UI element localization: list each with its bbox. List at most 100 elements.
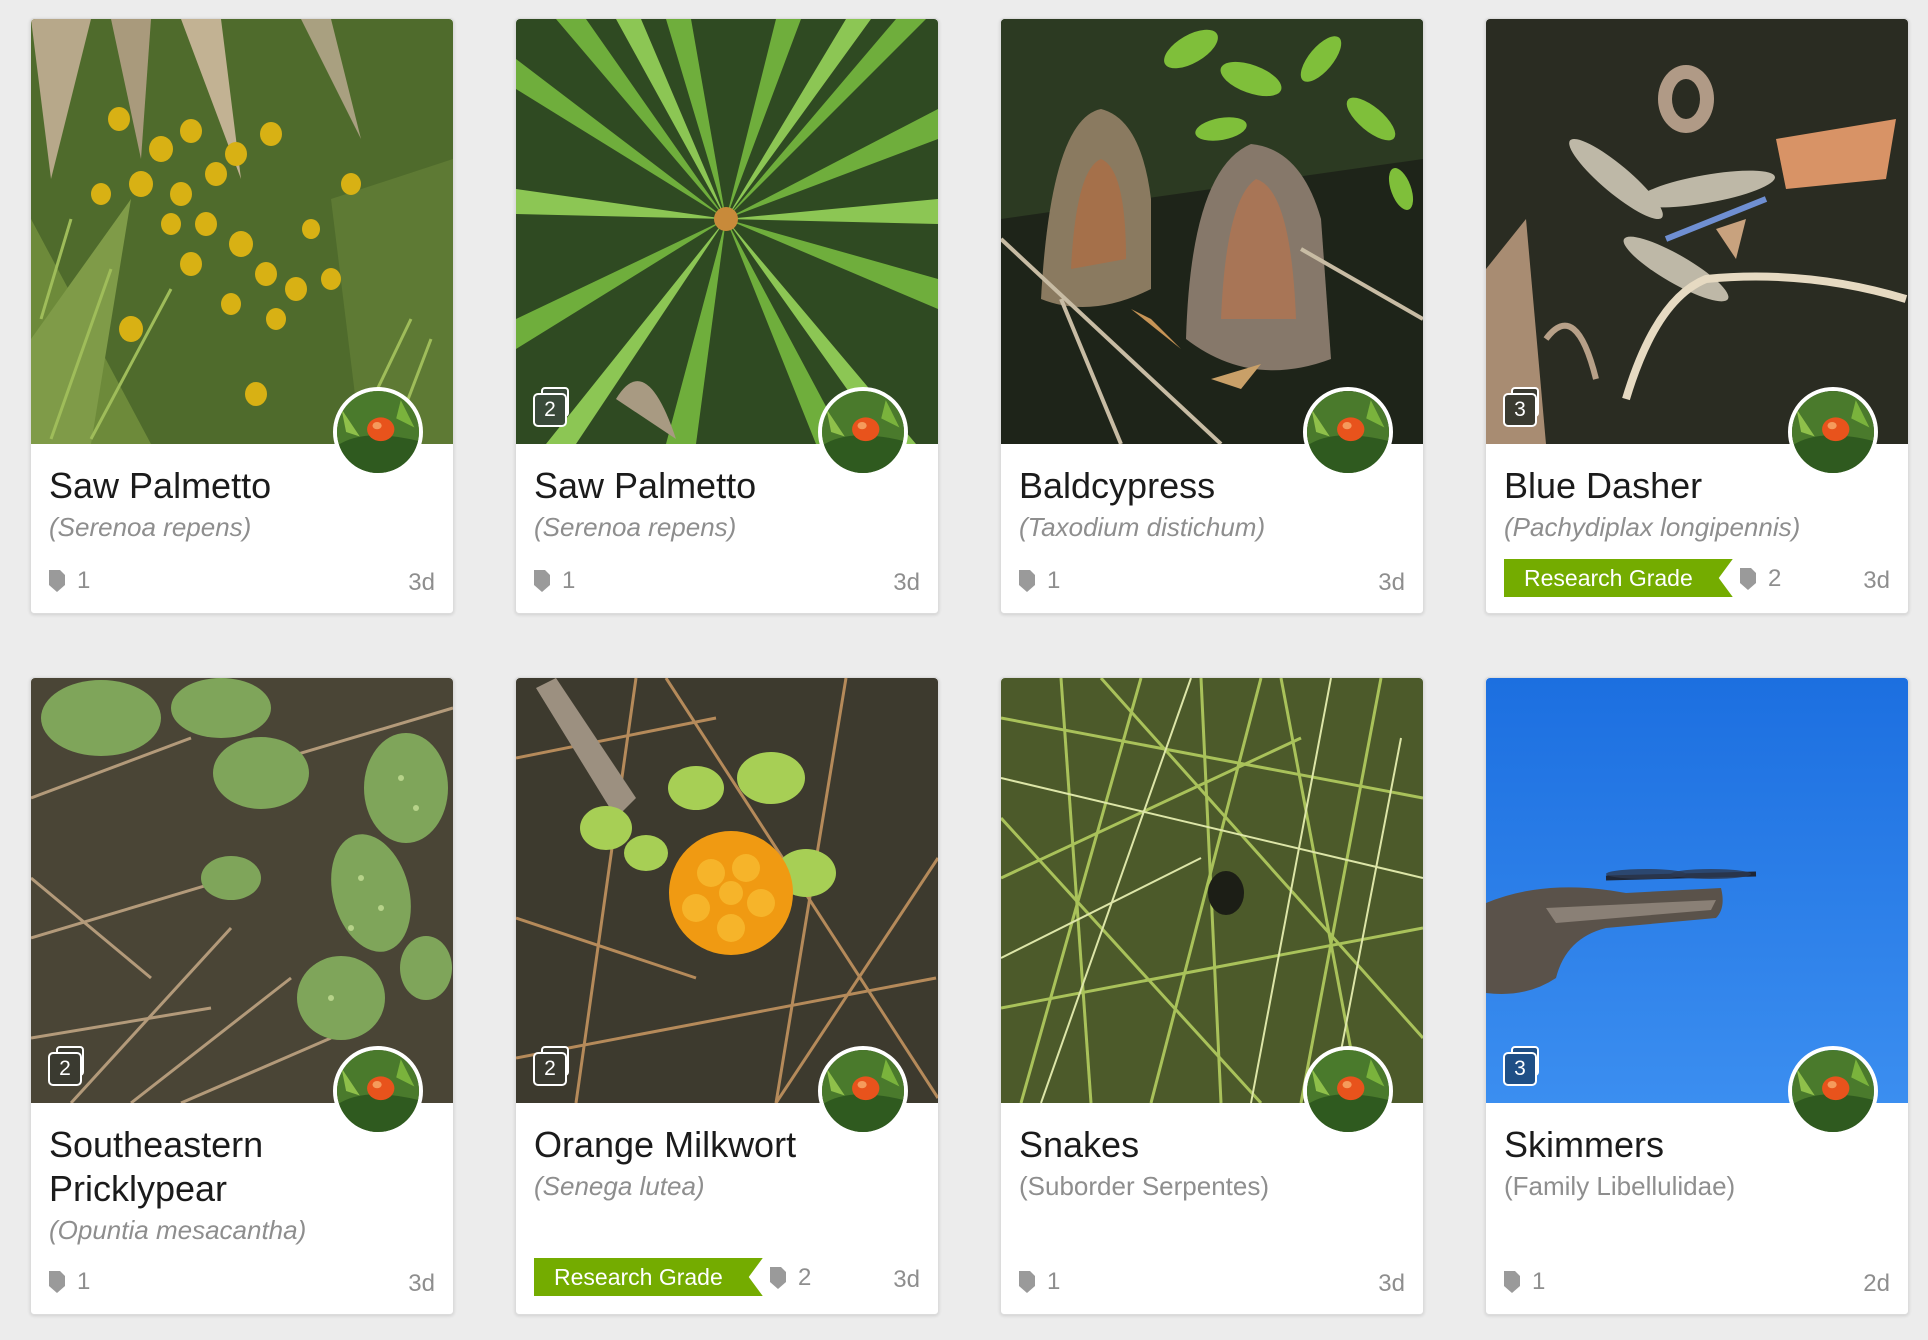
scientific-name: (Opuntia mesacantha) [49, 1215, 307, 1245]
common-name[interactable]: Saw Palmetto [49, 464, 339, 508]
identification-shield-icon [1019, 570, 1035, 592]
observation-photo[interactable]: 3 [1486, 19, 1908, 444]
identification-shield-icon [49, 1271, 65, 1293]
common-name[interactable]: Baldcypress [1019, 464, 1309, 508]
observation-age: 2d [1863, 1270, 1890, 1297]
observation-photo[interactable]: 2 [31, 678, 453, 1103]
photo-stack-icon: 2 [533, 387, 569, 427]
avatar-image [337, 1050, 419, 1132]
observation-age: 3d [893, 569, 920, 596]
observation-photo[interactable] [1001, 19, 1423, 444]
identification-shield-icon [1740, 568, 1756, 590]
photo-count: 2 [48, 1052, 82, 1086]
observation-footer: 1 2d [1504, 1264, 1890, 1300]
scientific-name: (Serenoa repens) [49, 512, 252, 542]
identification-shield-icon [770, 1267, 786, 1289]
observation-footer: 1 3d [49, 563, 435, 599]
observation-card[interactable]: Baldcypress (Taxodium distichum) 1 3d [1000, 18, 1424, 614]
observation-footer: 1 3d [1019, 1264, 1405, 1300]
photo-scene-palmetto-leaves [516, 19, 938, 444]
identification-count: 1 [1019, 1268, 1060, 1296]
photo-scene-cypress-knees [1001, 19, 1423, 444]
scientific-name: (Pachydiplax longipennis) [1504, 512, 1801, 542]
photo-stack-icon: 2 [533, 1046, 569, 1086]
avatar-image [337, 391, 419, 473]
user-avatar[interactable] [333, 387, 423, 477]
photo-stack-icon: 2 [48, 1046, 84, 1086]
identification-count: 2 [770, 1264, 811, 1292]
observation-photo[interactable]: 2 [516, 678, 938, 1103]
identification-count: 1 [1019, 567, 1060, 595]
photo-scene-orange-flower [516, 678, 938, 1103]
observation-card[interactable]: 2 Orange Milkwort (Senega lutea) Researc… [515, 677, 939, 1315]
photo-scene-palmetto-fruit [31, 19, 453, 444]
observation-photo[interactable]: 3 [1486, 678, 1908, 1103]
observation-card[interactable]: Snakes (Suborder Serpentes) 1 3d [1000, 677, 1424, 1315]
identification-count-value: 1 [562, 567, 576, 594]
research-grade-badge: Research Grade [534, 1258, 763, 1296]
common-name[interactable]: Orange Milkwort [534, 1123, 824, 1167]
user-avatar[interactable] [1303, 387, 1393, 477]
user-avatar[interactable] [818, 1046, 908, 1136]
observation-footer: 1 3d [534, 563, 920, 599]
photo-stack-icon: 3 [1503, 387, 1539, 427]
observation-age: 3d [1378, 1270, 1405, 1297]
photo-scene-sky-dragonfly [1486, 678, 1908, 1103]
common-name[interactable]: Saw Palmetto [534, 464, 824, 508]
photo-count: 3 [1503, 1052, 1537, 1086]
observation-photo[interactable]: 2 [516, 19, 938, 444]
identification-count: 2 [1740, 565, 1781, 593]
photo-count: 3 [1503, 393, 1537, 427]
observation-footer: Research Grade 2 3d [1504, 561, 1890, 597]
user-avatar[interactable] [818, 387, 908, 477]
avatar-image [822, 391, 904, 473]
common-name[interactable]: Blue Dasher [1504, 464, 1794, 508]
avatar-image [822, 1050, 904, 1132]
scientific-name: (Serenoa repens) [534, 512, 737, 542]
observation-grid: Saw Palmetto (Serenoa repens) 1 3d 2 Saw… [0, 0, 1928, 1340]
avatar-image [1792, 391, 1874, 473]
identification-shield-icon [1019, 1271, 1035, 1293]
scientific-name: (Senega lutea) [534, 1171, 705, 1201]
user-avatar[interactable] [333, 1046, 423, 1136]
identification-count-value: 2 [1768, 565, 1782, 592]
identification-shield-icon [534, 570, 550, 592]
identification-count-value: 1 [1532, 1268, 1546, 1295]
observation-photo[interactable] [31, 19, 453, 444]
identification-count: 1 [49, 567, 90, 595]
observation-photo[interactable] [1001, 678, 1423, 1103]
user-avatar[interactable] [1788, 387, 1878, 477]
observation-card[interactable]: 3 Skimmers (Family Libellulidae) 1 2d [1485, 677, 1909, 1315]
observation-card[interactable]: 3 Blue Dasher (Pachydiplax longipennis) … [1485, 18, 1909, 614]
photo-count: 2 [533, 1052, 567, 1086]
identification-count-value: 1 [1047, 567, 1061, 594]
user-avatar[interactable] [1303, 1046, 1393, 1136]
observation-footer: 1 3d [49, 1264, 435, 1300]
observation-footer: Research Grade 2 3d [534, 1260, 920, 1296]
scientific-name: (Family Libellulidae) [1504, 1171, 1736, 1201]
observation-footer: 1 3d [1019, 563, 1405, 599]
photo-count: 2 [533, 393, 567, 427]
photo-scene-dragonfly-water [1486, 19, 1908, 444]
user-avatar[interactable] [1788, 1046, 1878, 1136]
common-name[interactable]: Snakes [1019, 1123, 1309, 1167]
scientific-name: (Suborder Serpentes) [1019, 1171, 1270, 1201]
observation-card[interactable]: 2 Southeastern Pricklypear (Opuntia mesa… [30, 677, 454, 1315]
common-name[interactable]: Southeastern Pricklypear [49, 1123, 339, 1211]
observation-card[interactable]: Saw Palmetto (Serenoa repens) 1 3d [30, 18, 454, 614]
research-grade-badge: Research Grade [1504, 559, 1733, 597]
identification-count: 1 [534, 567, 575, 595]
avatar-image [1307, 391, 1389, 473]
observation-age: 3d [408, 569, 435, 596]
photo-scene-grass [1001, 678, 1423, 1103]
common-name[interactable]: Skimmers [1504, 1123, 1794, 1167]
photo-stack-icon: 3 [1503, 1046, 1539, 1086]
identification-count-value: 1 [77, 567, 91, 594]
identification-count-value: 1 [1047, 1268, 1061, 1295]
avatar-image [1307, 1050, 1389, 1132]
identification-count-value: 1 [77, 1268, 91, 1295]
identification-count: 1 [1504, 1268, 1545, 1296]
observation-card[interactable]: 2 Saw Palmetto (Serenoa repens) 1 3d [515, 18, 939, 614]
observation-age: 3d [1378, 569, 1405, 596]
identification-shield-icon [49, 570, 65, 592]
